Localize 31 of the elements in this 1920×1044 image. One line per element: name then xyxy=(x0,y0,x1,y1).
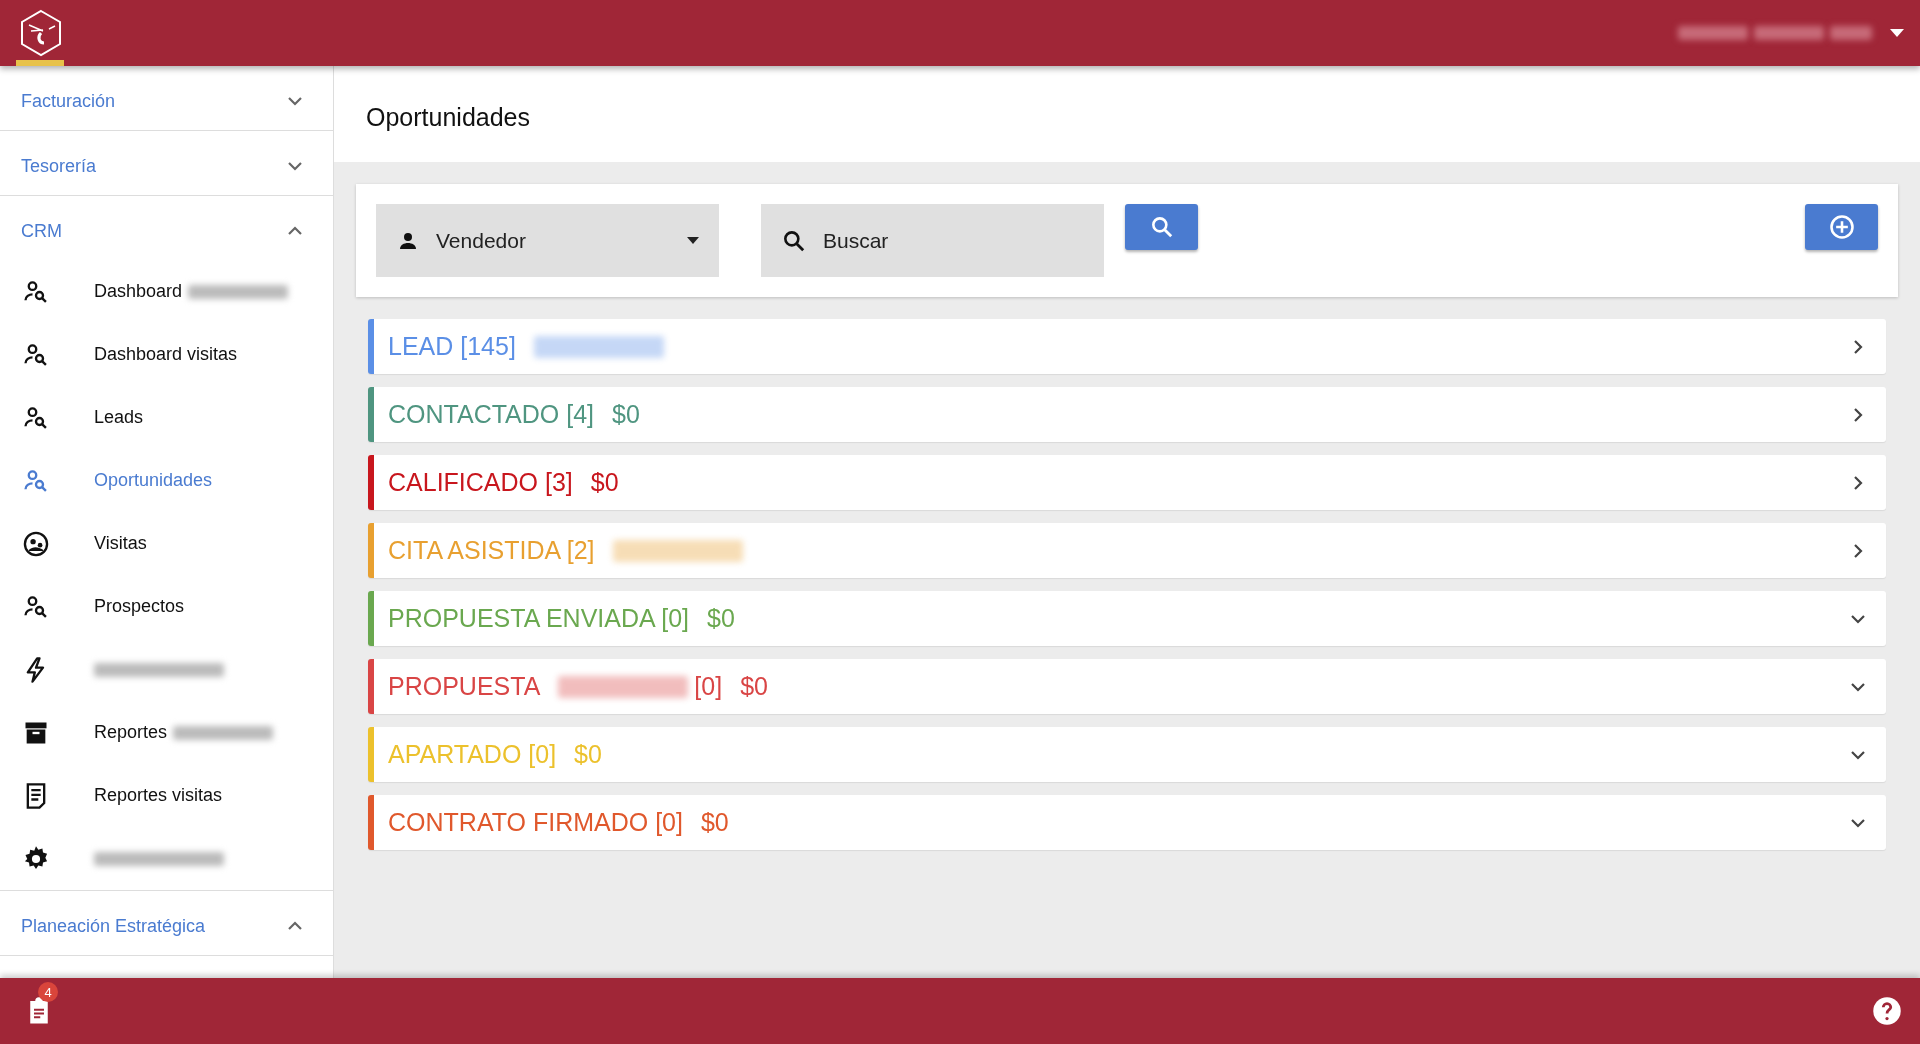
sidebar-section[interactable]: Facturación xyxy=(0,66,333,130)
caret-icon[interactable] xyxy=(1890,29,1904,37)
sidebar-item[interactable]: Leads xyxy=(0,386,333,449)
stage-row[interactable]: CONTRATO FIRMADO [0] $0 xyxy=(368,795,1886,850)
sidebar-item[interactable]: Prospectos xyxy=(0,575,333,638)
stage-row[interactable]: LEAD [145] xyxy=(368,319,1886,374)
stage-row[interactable]: CALIFICADO [3] $0 xyxy=(368,455,1886,510)
search-field[interactable]: Buscar xyxy=(761,204,1104,277)
sidebar-item[interactable]: Reportes visitas xyxy=(0,764,333,827)
help-icon[interactable] xyxy=(1872,996,1902,1026)
stage-row[interactable]: CONTACTADO [4] $0 xyxy=(368,387,1886,442)
page-title: Oportunidades xyxy=(366,103,530,132)
sidebar-item[interactable]: Visitas xyxy=(0,512,333,575)
caret-icon xyxy=(687,237,699,244)
sidebar-item[interactable]: Dashboard visitas xyxy=(0,323,333,386)
stage-row[interactable]: PROPUESTA ENVIADA [0] $0 xyxy=(368,591,1886,646)
add-button[interactable] xyxy=(1805,204,1878,250)
seller-select[interactable]: Vendedor xyxy=(376,204,719,277)
sidebar-section[interactable]: Planeación Estratégica xyxy=(0,891,333,955)
stage-row[interactable]: PROPUESTA [0] $0 xyxy=(368,659,1886,714)
sidebar-section[interactable]: CRM xyxy=(0,196,333,260)
sidebar-item[interactable]: Dashboard xyxy=(0,260,333,323)
face-icon xyxy=(22,529,50,558)
sidebar-item[interactable]: Oportunidades xyxy=(0,449,333,512)
search-button[interactable] xyxy=(1125,204,1198,250)
logo-icon[interactable] xyxy=(19,9,63,57)
stage-row[interactable]: CITA ASISTIDA [2] xyxy=(368,523,1886,578)
sidebar-item[interactable]: Reportes xyxy=(0,701,333,764)
add-circle-icon xyxy=(1827,213,1856,241)
sidebar-section[interactable]: Tesorería xyxy=(0,131,333,195)
notification-badge: 4 xyxy=(38,982,58,1002)
